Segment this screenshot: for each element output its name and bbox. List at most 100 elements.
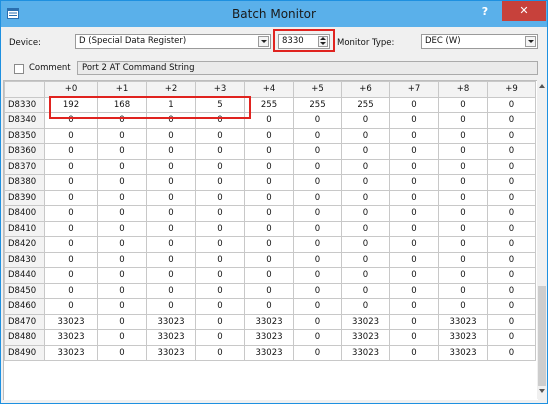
register-cell[interactable]: 33023 <box>44 344 98 361</box>
register-cell[interactable]: 0 <box>389 220 439 237</box>
register-cell[interactable]: 0 <box>293 220 342 237</box>
register-cell[interactable]: 255 <box>341 96 390 113</box>
register-cell[interactable]: 0 <box>341 143 390 160</box>
register-cell[interactable]: 0 <box>293 127 342 144</box>
register-cell[interactable]: 33023 <box>438 313 488 330</box>
register-cell[interactable]: 0 <box>293 174 342 191</box>
register-cell[interactable]: 0 <box>438 220 488 237</box>
register-cell[interactable]: 33023 <box>244 313 294 330</box>
register-cell[interactable]: 0 <box>97 329 147 346</box>
help-button[interactable]: ? <box>471 2 499 22</box>
register-cell[interactable]: 0 <box>195 205 245 222</box>
register-cell[interactable]: 0 <box>146 189 196 206</box>
register-cell[interactable]: 0 <box>487 220 536 237</box>
register-cell[interactable]: 0 <box>195 174 245 191</box>
register-cell[interactable]: 0 <box>44 143 98 160</box>
register-cell[interactable]: 0 <box>438 127 488 144</box>
register-cell[interactable]: 0 <box>195 220 245 237</box>
register-cell[interactable]: 0 <box>293 189 342 206</box>
register-cell[interactable]: 0 <box>146 236 196 253</box>
scroll-down-icon[interactable] <box>539 389 545 393</box>
register-cell[interactable]: 0 <box>97 158 147 175</box>
register-cell[interactable]: 0 <box>244 220 294 237</box>
register-cell[interactable]: 0 <box>341 220 390 237</box>
register-cell[interactable]: 0 <box>244 174 294 191</box>
register-cell[interactable]: 33023 <box>244 344 294 361</box>
register-cell[interactable]: 0 <box>195 282 245 299</box>
register-cell[interactable]: 0 <box>487 112 536 129</box>
register-cell[interactable]: 0 <box>438 251 488 268</box>
register-cell[interactable]: 0 <box>487 267 536 284</box>
register-cell[interactable]: 0 <box>341 112 390 129</box>
register-cell[interactable]: 0 <box>146 282 196 299</box>
register-cell[interactable]: 0 <box>97 282 147 299</box>
register-cell[interactable]: 0 <box>146 205 196 222</box>
spinner-arrows-icon[interactable] <box>318 36 328 47</box>
register-cell[interactable]: 0 <box>293 329 342 346</box>
register-cell[interactable]: 0 <box>438 298 488 315</box>
register-cell[interactable]: 0 <box>487 329 536 346</box>
register-cell[interactable]: 0 <box>389 344 439 361</box>
register-cell[interactable]: 0 <box>44 127 98 144</box>
register-cell[interactable]: 33023 <box>146 344 196 361</box>
comment-checkbox[interactable] <box>14 64 24 74</box>
register-cell[interactable]: 0 <box>389 96 439 113</box>
register-cell[interactable]: 0 <box>244 143 294 160</box>
register-cell[interactable]: 168 <box>97 96 147 113</box>
chevron-down-icon[interactable] <box>525 36 536 47</box>
register-cell[interactable]: 0 <box>195 344 245 361</box>
register-cell[interactable]: 0 <box>438 236 488 253</box>
register-cell[interactable]: 0 <box>97 220 147 237</box>
register-cell[interactable]: 0 <box>146 127 196 144</box>
register-cell[interactable]: 33023 <box>341 313 390 330</box>
register-cell[interactable]: 0 <box>389 298 439 315</box>
register-cell[interactable]: 0 <box>244 189 294 206</box>
register-cell[interactable]: 0 <box>389 267 439 284</box>
register-cell[interactable]: 0 <box>44 205 98 222</box>
register-cell[interactable]: 33023 <box>146 329 196 346</box>
register-cell[interactable]: 0 <box>438 112 488 129</box>
register-cell[interactable]: 0 <box>438 189 488 206</box>
register-cell[interactable]: 0 <box>44 282 98 299</box>
register-cell[interactable]: 0 <box>487 127 536 144</box>
register-cell[interactable]: 0 <box>293 344 342 361</box>
register-cell[interactable]: 0 <box>244 112 294 129</box>
register-cell[interactable]: 0 <box>195 189 245 206</box>
register-cell[interactable]: 0 <box>44 158 98 175</box>
register-cell[interactable]: 0 <box>146 158 196 175</box>
register-cell[interactable]: 33023 <box>44 313 98 330</box>
register-cell[interactable]: 0 <box>487 158 536 175</box>
register-cell[interactable]: 0 <box>97 174 147 191</box>
register-cell[interactable]: 0 <box>341 236 390 253</box>
register-cell[interactable]: 0 <box>146 220 196 237</box>
register-cell[interactable]: 0 <box>389 313 439 330</box>
register-cell[interactable]: 33023 <box>44 329 98 346</box>
register-cell[interactable]: 0 <box>487 236 536 253</box>
register-cell[interactable]: 0 <box>293 112 342 129</box>
register-cell[interactable]: 0 <box>195 158 245 175</box>
monitor-type-select[interactable]: DEC (W) <box>421 34 538 49</box>
register-cell[interactable]: 33023 <box>438 344 488 361</box>
register-cell[interactable]: 0 <box>146 267 196 284</box>
register-cell[interactable]: 0 <box>44 112 98 129</box>
register-cell[interactable]: 0 <box>195 267 245 284</box>
register-cell[interactable]: 0 <box>341 251 390 268</box>
register-cell[interactable]: 255 <box>244 96 294 113</box>
register-cell[interactable]: 0 <box>389 251 439 268</box>
register-cell[interactable]: 0 <box>97 313 147 330</box>
register-cell[interactable]: 0 <box>487 96 536 113</box>
register-cell[interactable]: 0 <box>341 189 390 206</box>
register-cell[interactable]: 0 <box>244 251 294 268</box>
register-cell[interactable]: 0 <box>146 112 196 129</box>
register-cell[interactable]: 0 <box>487 143 536 160</box>
register-cell[interactable]: 0 <box>293 282 342 299</box>
register-cell[interactable]: 0 <box>244 298 294 315</box>
chevron-down-icon[interactable] <box>258 36 269 47</box>
register-cell[interactable]: 0 <box>487 313 536 330</box>
register-cell[interactable]: 33023 <box>244 329 294 346</box>
register-cell[interactable]: 0 <box>389 205 439 222</box>
register-cell[interactable]: 33023 <box>341 329 390 346</box>
register-cell[interactable]: 0 <box>438 205 488 222</box>
register-cell[interactable]: 0 <box>195 298 245 315</box>
register-cell[interactable]: 0 <box>389 143 439 160</box>
